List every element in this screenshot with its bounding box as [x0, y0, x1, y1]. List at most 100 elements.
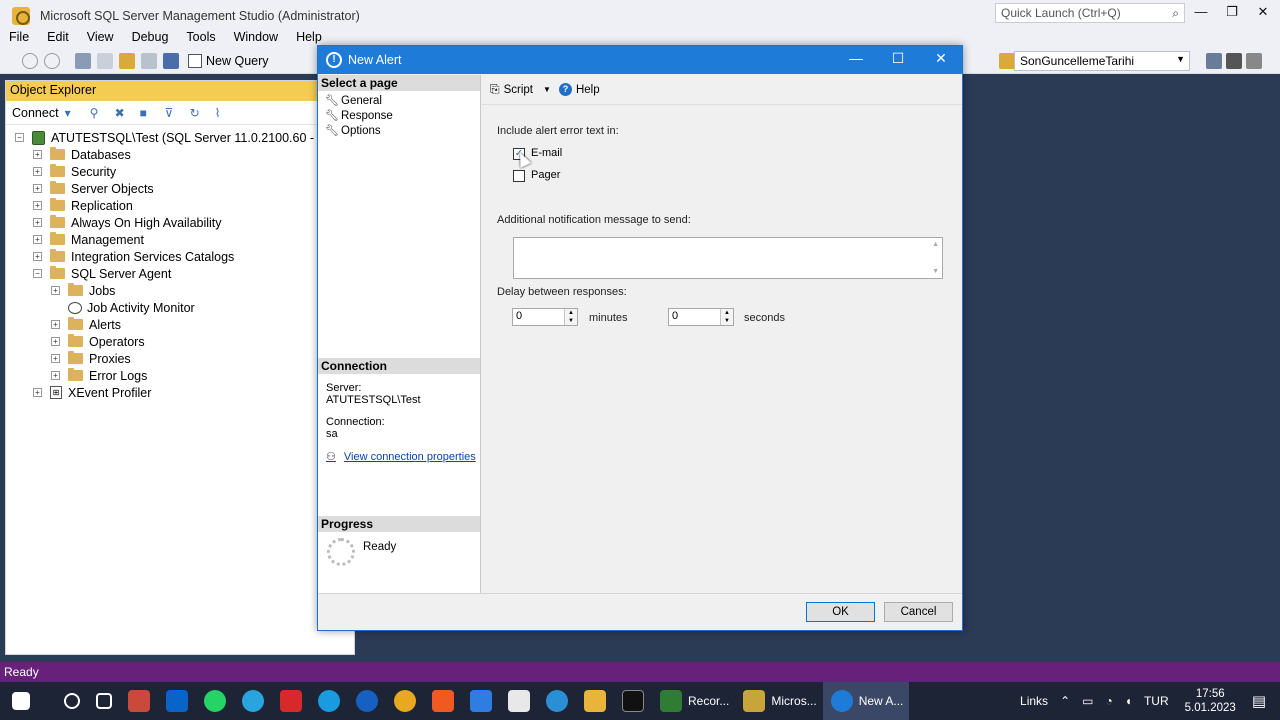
terminal-icon[interactable] — [622, 690, 644, 712]
tree-node-server[interactable]: − ATUTESTSQL\Test (SQL Server 11.0.2100.… — [6, 129, 354, 146]
page-options[interactable]: 🔧︎ Options — [318, 123, 480, 138]
script-button[interactable]: Script — [504, 84, 533, 96]
tree-node-jobs[interactable]: + Jobs — [6, 282, 354, 299]
close-button[interactable]: ✕ — [1248, 4, 1278, 24]
expand-icon[interactable]: + — [51, 371, 60, 380]
script-dropdown-icon[interactable]: ▼ — [543, 85, 551, 94]
pinned-red-app-icon[interactable] — [280, 690, 302, 712]
store-icon[interactable] — [508, 690, 530, 712]
expand-icon[interactable]: + — [33, 218, 42, 227]
tree-node-security[interactable]: + Security — [6, 163, 354, 180]
save-all-icon[interactable] — [163, 52, 179, 69]
whatsapp-icon[interactable] — [204, 690, 226, 712]
search-icon[interactable] — [64, 693, 80, 709]
expand-icon[interactable]: + — [33, 184, 42, 193]
menu-file[interactable]: File — [0, 28, 38, 48]
scroll-down-icon[interactable]: ▼ — [932, 268, 939, 275]
language-indicator[interactable]: TUR — [1144, 694, 1169, 708]
stepper-arrows-icon[interactable]: ▲ ▼ — [564, 309, 577, 325]
edge-icon[interactable] — [318, 690, 340, 712]
pinned-blue-app-icon[interactable] — [546, 690, 568, 712]
connect-plug-icon[interactable]: ⚲ — [90, 106, 103, 120]
taskbar-clock[interactable]: 17:56 5.01.2023 — [1185, 687, 1236, 715]
tree-node-replication[interactable]: + Replication — [6, 197, 354, 214]
chrome-icon[interactable] — [394, 690, 416, 712]
notifications-icon[interactable]: ▤ — [1252, 692, 1266, 710]
dialog-maximize-button[interactable]: ☐ — [883, 50, 913, 70]
taskbar-app-recorder[interactable]: Recor... — [652, 682, 735, 720]
outlook-icon[interactable] — [166, 690, 188, 712]
taskbar-app-new-alert[interactable]: New A... — [822, 682, 910, 720]
expand-icon[interactable]: + — [51, 320, 60, 329]
todo-icon[interactable] — [470, 690, 492, 712]
tree-node-sql-server-agent[interactable]: − SQL Server Agent — [6, 265, 354, 282]
stepper-arrows-icon[interactable]: ▲ ▼ — [720, 309, 733, 325]
disconnect-icon[interactable]: ✖ — [115, 106, 128, 120]
refresh-icon[interactable]: ↻ — [190, 106, 203, 120]
minimize-button[interactable]: — — [1186, 4, 1216, 24]
tree-node-alerts[interactable]: + Alerts — [6, 316, 354, 333]
brave-icon[interactable] — [432, 690, 454, 712]
task-view-icon[interactable] — [96, 693, 112, 709]
connect-button[interactable]: Connect — [12, 106, 59, 120]
pager-checkbox[interactable] — [513, 170, 525, 182]
new-project-icon[interactable] — [75, 52, 91, 69]
tree-node-always-on[interactable]: + Always On High Availability — [6, 214, 354, 231]
tree-node-xevent-profiler[interactable]: + ⊞ XEvent Profiler — [6, 384, 354, 401]
windows-start-icon[interactable] — [12, 692, 30, 710]
expand-icon[interactable]: + — [33, 252, 42, 261]
menu-edit[interactable]: Edit — [38, 28, 78, 48]
expand-icon[interactable]: + — [51, 337, 60, 346]
tree-node-management[interactable]: + Management — [6, 231, 354, 248]
restore-button[interactable]: ❐ — [1217, 4, 1247, 24]
expand-icon[interactable]: + — [33, 201, 42, 210]
volume-icon[interactable]: ◖ — [1125, 694, 1132, 708]
properties-icon[interactable] — [1206, 52, 1222, 69]
view-connection-properties-link[interactable]: ⚇ View connection properties — [318, 450, 480, 464]
back-icon[interactable] — [22, 52, 38, 69]
menu-window[interactable]: Window — [225, 28, 287, 48]
expand-icon[interactable]: + — [33, 388, 42, 397]
expand-icon[interactable]: + — [33, 150, 42, 159]
tree-node-error-logs[interactable]: + Error Logs — [6, 367, 354, 384]
menu-view[interactable]: View — [78, 28, 123, 48]
minutes-stepper[interactable]: 0 ▲ ▼ — [512, 308, 578, 326]
open-file-icon[interactable] — [119, 52, 135, 69]
links-toolbar[interactable]: Links — [1020, 694, 1048, 708]
search-icon[interactable]: ⌕ — [1172, 6, 1179, 21]
pinned-app-icon[interactable] — [128, 690, 150, 712]
notification-message-input[interactable]: ▲ ▼ — [513, 237, 943, 279]
expand-icon[interactable]: + — [33, 167, 42, 176]
expand-icon[interactable]: + — [33, 235, 42, 244]
page-response[interactable]: 🔧︎ Response — [318, 108, 480, 123]
activity-monitor-icon[interactable]: ⌇ — [215, 106, 228, 120]
tree-node-job-activity-monitor[interactable]: Job Activity Monitor — [6, 299, 354, 316]
telegram-icon[interactable] — [242, 690, 264, 712]
menu-debug[interactable]: Debug — [123, 28, 178, 48]
tree-node-databases[interactable]: + Databases — [6, 146, 354, 163]
battery-icon[interactable]: ▭ — [1082, 694, 1093, 708]
taskbar-app-ssms[interactable]: Micros... — [735, 682, 822, 720]
new-query-button[interactable]: New Query — [188, 53, 269, 68]
ok-button[interactable]: OK — [806, 602, 875, 622]
object-explorer-icon[interactable] — [999, 52, 1015, 69]
filter-icon[interactable]: ⊽ — [165, 106, 178, 120]
expand-icon[interactable]: + — [51, 354, 60, 363]
chevron-up-icon[interactable]: ⌃ — [1060, 694, 1070, 708]
dialog-minimize-button[interactable]: — — [841, 50, 871, 70]
file-explorer-icon[interactable] — [584, 690, 606, 712]
stop-icon[interactable]: ■ — [140, 106, 153, 120]
page-general[interactable]: 🔧︎ General — [318, 93, 480, 108]
network-icon[interactable]: ◔ — [1105, 694, 1112, 708]
database-select[interactable]: SonGuncellemeTarihi ▼ — [1014, 51, 1190, 71]
collapse-icon[interactable]: − — [33, 269, 42, 278]
scroll-up-icon[interactable]: ▲ — [932, 241, 939, 248]
quick-launch-input[interactable]: Quick Launch (Ctrl+Q) ⌕ — [995, 3, 1185, 23]
dialog-close-button[interactable]: ✕ — [926, 50, 956, 70]
save-icon[interactable] — [141, 52, 157, 69]
tree-node-proxies[interactable]: + Proxies — [6, 350, 354, 367]
cancel-button[interactable]: Cancel — [884, 602, 953, 622]
forward-icon[interactable] — [44, 52, 60, 69]
internet-explorer-icon[interactable] — [356, 690, 378, 712]
tree-node-operators[interactable]: + Operators — [6, 333, 354, 350]
